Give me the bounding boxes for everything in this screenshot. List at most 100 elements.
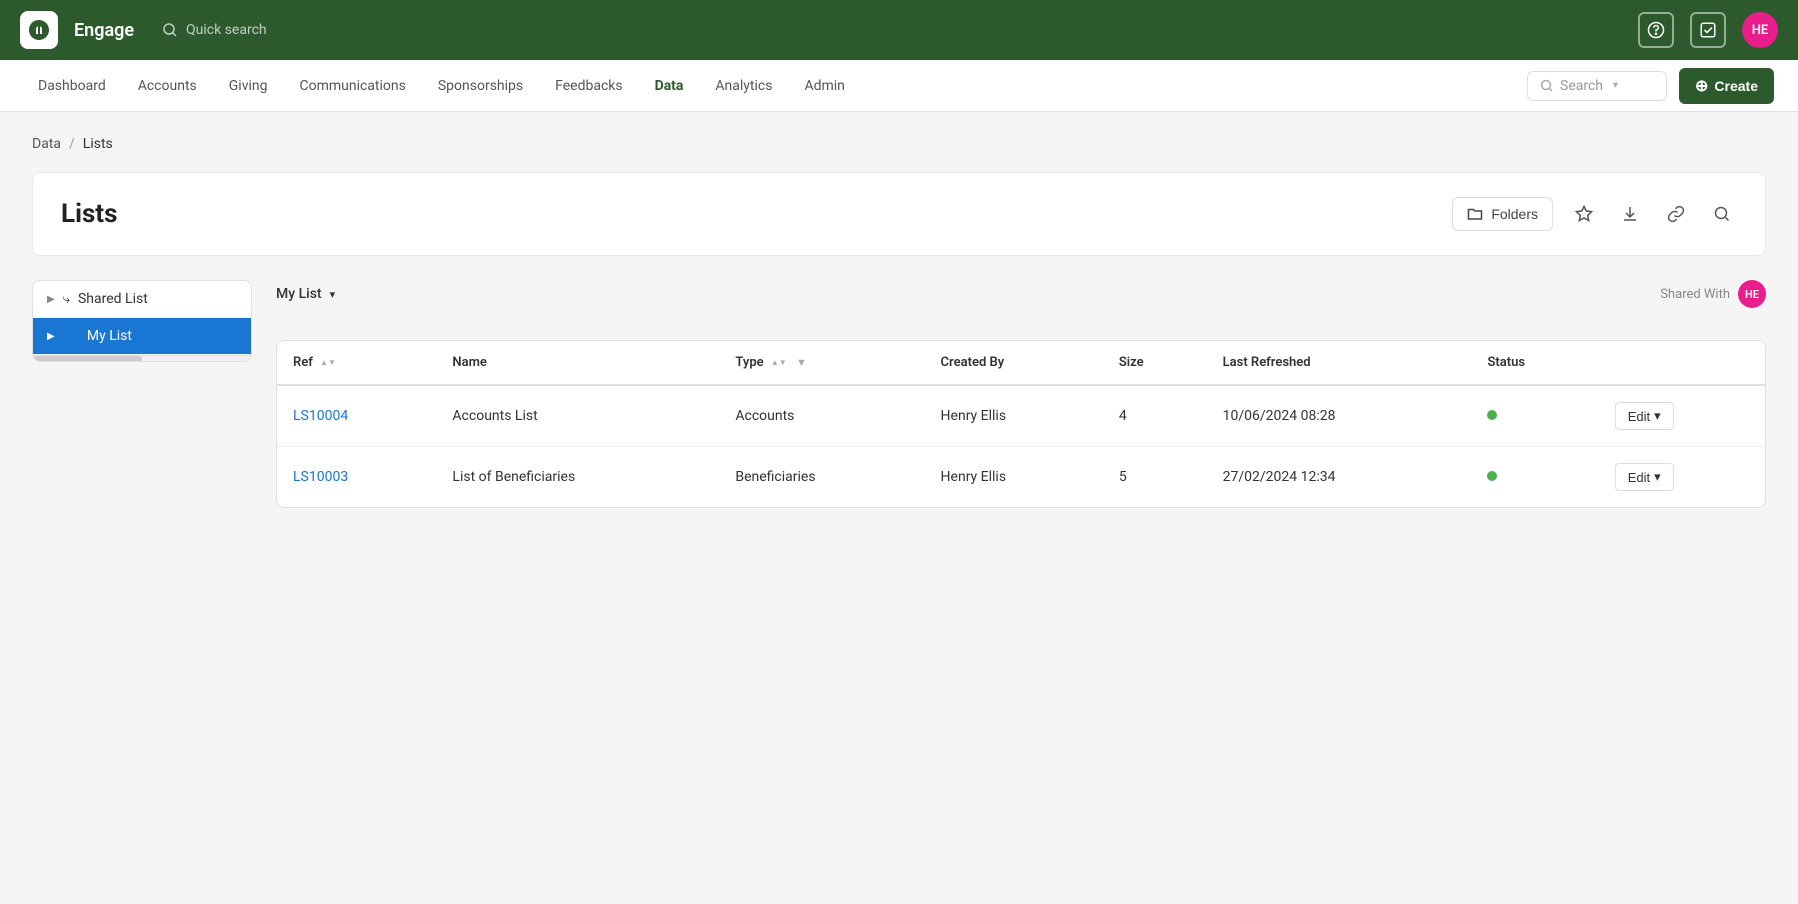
download-icon <box>1621 205 1639 223</box>
cell-name-2: List of Beneficiaries <box>436 447 719 508</box>
edit-button-1[interactable]: Edit ▾ <box>1615 402 1674 430</box>
check-square-icon <box>1699 21 1717 39</box>
create-button[interactable]: ⊕ Create <box>1679 68 1774 104</box>
sort-type: ▲▼ <box>771 359 787 367</box>
list-sidebar: ▶ ⤷ Shared List ▶ 👤 My List <box>32 280 252 508</box>
my-list-label: My List <box>87 328 132 344</box>
col-ref[interactable]: Ref ▲▼ <box>277 341 436 385</box>
edit-button-2[interactable]: Edit ▾ <box>1615 463 1674 491</box>
nav-item-data[interactable]: Data <box>641 72 698 100</box>
navbar-right: Search ▾ ⊕ Create <box>1527 68 1774 104</box>
list-section: ▶ ⤷ Shared List ▶ 👤 My List <box>32 280 1766 508</box>
cell-size-1: 4 <box>1103 385 1207 447</box>
filter-type-icon: ▼ <box>796 356 807 369</box>
share-icon: ⤷ <box>63 292 70 307</box>
star-button[interactable] <box>1569 199 1599 229</box>
tree-scrollbar[interactable] <box>33 355 251 361</box>
quick-search-label: Quick search <box>186 22 267 38</box>
col-created-by: Created By <box>925 341 1103 385</box>
col-last-refreshed: Last Refreshed <box>1207 341 1472 385</box>
page-header: Lists Folders <box>32 172 1766 256</box>
app-brand: Engage <box>74 20 134 41</box>
col-size: Size <box>1103 341 1207 385</box>
help-button[interactable] <box>1638 12 1674 48</box>
nav-item-feedbacks[interactable]: Feedbacks <box>541 72 636 100</box>
nav-search[interactable]: Search ▾ <box>1527 71 1667 101</box>
shared-with-label: Shared With <box>1660 287 1730 302</box>
cell-created-by-1: Henry Ellis <box>925 385 1103 447</box>
tree-item-shared-list[interactable]: ▶ ⤷ Shared List <box>33 281 251 318</box>
star-icon <box>1575 205 1593 223</box>
link-icon <box>1667 205 1685 223</box>
shared-with-avatar: HE <box>1738 280 1766 308</box>
question-circle-icon <box>1647 21 1665 39</box>
shared-with-row: Shared With HE <box>1660 280 1766 308</box>
cell-action-2: Edit ▾ <box>1599 447 1765 508</box>
create-plus-icon: ⊕ <box>1695 76 1708 96</box>
col-status: Status <box>1471 341 1598 385</box>
table-row: LS10004 Accounts List Accounts Henry Ell… <box>277 385 1765 447</box>
col-actions <box>1599 341 1765 385</box>
ref-link-1[interactable]: LS10004 <box>293 408 348 424</box>
user-avatar[interactable]: HE <box>1742 12 1778 48</box>
folders-button[interactable]: Folders <box>1452 197 1553 231</box>
shared-list-label: Shared List <box>78 291 148 307</box>
nav-search-chevron: ▾ <box>1613 80 1618 91</box>
nav-item-communications[interactable]: Communications <box>285 72 419 100</box>
cell-created-by-2: Henry Ellis <box>925 447 1103 508</box>
page-title: Lists <box>61 199 117 229</box>
my-list-toggle[interactable]: My List ▾ <box>276 286 335 302</box>
cell-refreshed-1: 10/06/2024 08:28 <box>1207 385 1472 447</box>
chevron-down-icon: ▾ <box>330 288 336 301</box>
cell-type-2: Beneficiaries <box>719 447 924 508</box>
folders-label: Folders <box>1491 206 1538 222</box>
folder-icon <box>1467 206 1483 222</box>
nav-item-giving[interactable]: Giving <box>215 72 282 100</box>
search-icon <box>1713 205 1731 223</box>
user-icon: 👤 <box>63 329 79 344</box>
table-row: LS10003 List of Beneficiaries Beneficiar… <box>277 447 1765 508</box>
cell-name-1: Accounts List <box>436 385 719 447</box>
search-icon <box>162 22 178 38</box>
tree-arrow-my-list: ▶ <box>47 331 55 342</box>
cell-status-1 <box>1471 385 1598 447</box>
sort-ref: ▲▼ <box>320 359 336 367</box>
topbar-right: HE <box>1638 12 1778 48</box>
topbar: Engage Quick search HE <box>0 0 1798 60</box>
my-list-toggle-label: My List <box>276 286 322 302</box>
col-name: Name <box>436 341 719 385</box>
tree-item-my-list[interactable]: ▶ 👤 My List <box>33 318 251 355</box>
search-button[interactable] <box>1707 199 1737 229</box>
nav-item-accounts[interactable]: Accounts <box>124 72 211 100</box>
nav-item-sponsorships[interactable]: Sponsorships <box>424 72 537 100</box>
app-logo <box>20 11 58 49</box>
edit-chevron-2: ▾ <box>1654 469 1661 485</box>
nav-search-icon <box>1540 79 1554 93</box>
breadcrumb: Data / Lists <box>32 136 1766 152</box>
col-type[interactable]: Type ▲▼ ▼ <box>719 341 924 385</box>
cell-size-2: 5 <box>1103 447 1207 508</box>
cell-ref-2[interactable]: LS10003 <box>277 447 436 508</box>
create-label: Create <box>1714 78 1758 94</box>
tree-panel: ▶ ⤷ Shared List ▶ 👤 My List <box>32 280 252 362</box>
nav-item-admin[interactable]: Admin <box>790 72 858 100</box>
table-top-row: My List ▾ Shared With HE <box>276 280 1766 324</box>
tree-arrow-shared: ▶ <box>47 294 55 305</box>
breadcrumb-data[interactable]: Data <box>32 136 61 152</box>
download-button[interactable] <box>1615 199 1645 229</box>
checklist-button[interactable] <box>1690 12 1726 48</box>
cell-ref-1[interactable]: LS10004 <box>277 385 436 447</box>
status-dot-2 <box>1487 471 1497 481</box>
quick-search[interactable]: Quick search <box>162 22 267 38</box>
data-table: Ref ▲▼ Name Type ▲▼ ▼ Created By Size <box>276 340 1766 508</box>
navbar: Dashboard Accounts Giving Communications… <box>0 60 1798 112</box>
cell-refreshed-2: 27/02/2024 12:34 <box>1207 447 1472 508</box>
nav-search-label: Search <box>1560 78 1603 94</box>
ref-link-2[interactable]: LS10003 <box>293 469 348 485</box>
link-button[interactable] <box>1661 199 1691 229</box>
cell-action-1: Edit ▾ <box>1599 385 1765 447</box>
main-content: Data / Lists Lists Folders <box>0 112 1798 532</box>
nav-item-dashboard[interactable]: Dashboard <box>24 72 120 100</box>
nav-item-analytics[interactable]: Analytics <box>701 72 786 100</box>
table-area: My List ▾ Shared With HE Ref ▲▼ <box>276 280 1766 508</box>
